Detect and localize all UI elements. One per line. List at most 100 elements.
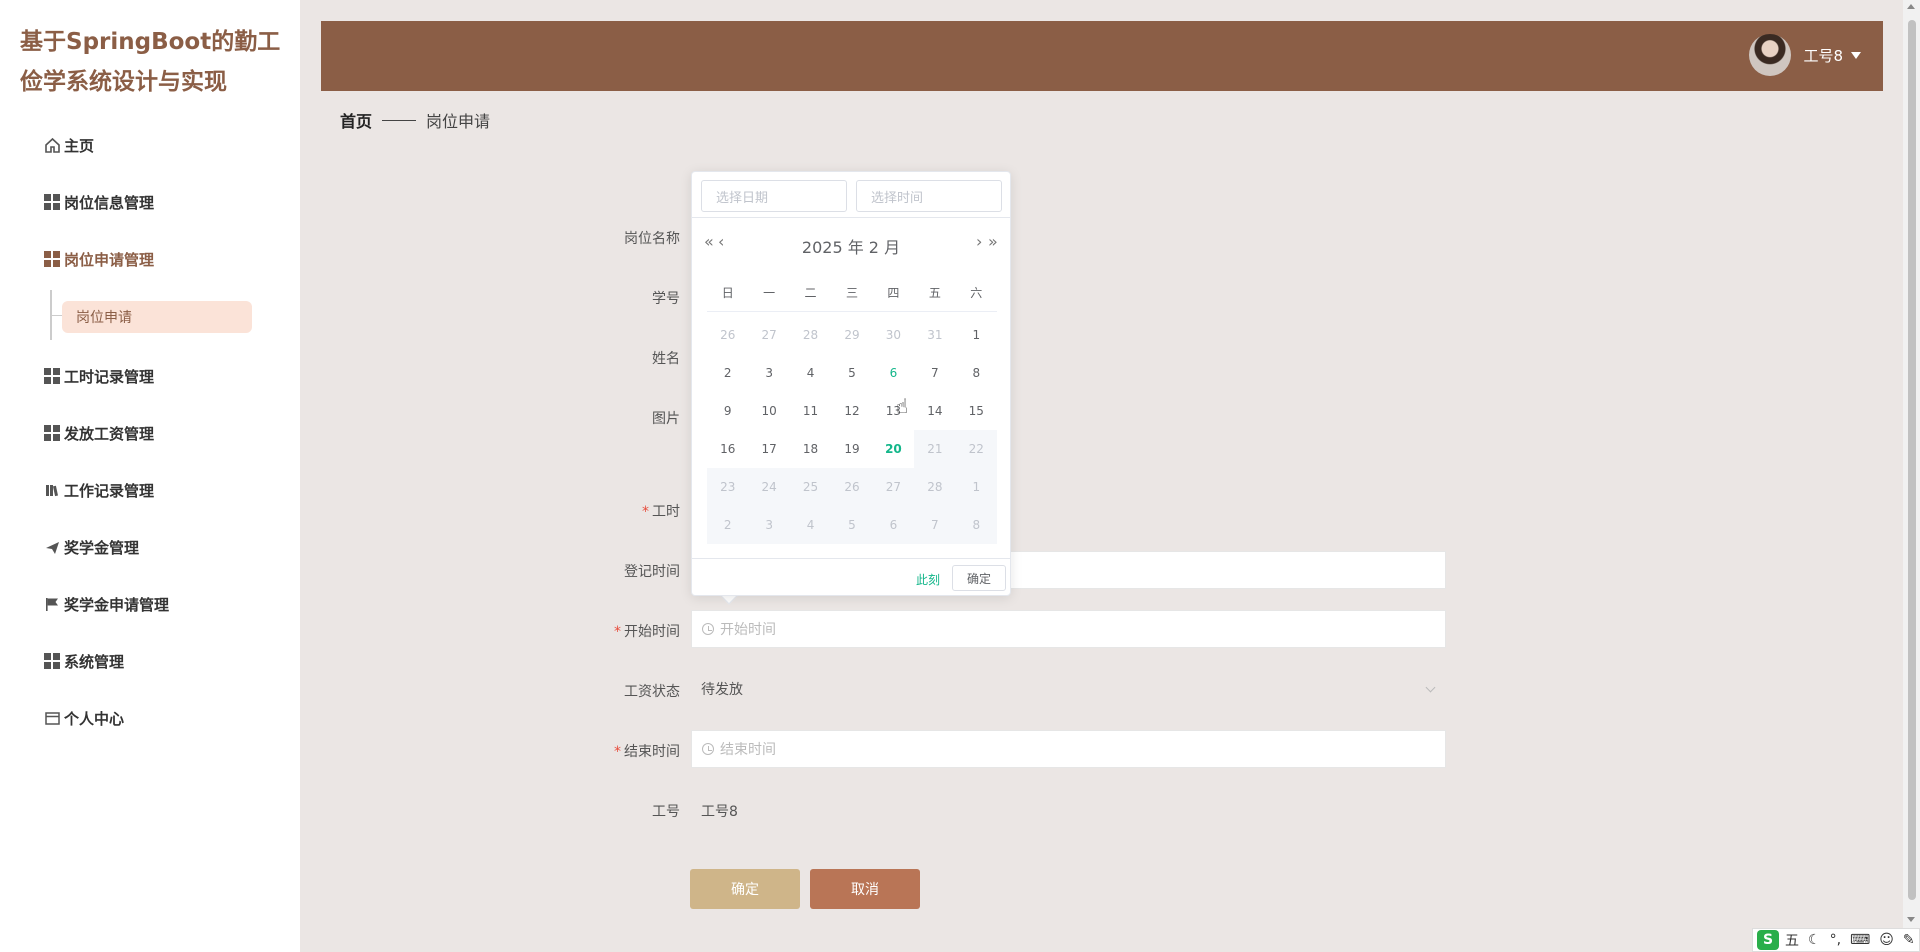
sidebar-item-label: 岗位申请管理 — [64, 250, 155, 269]
calendar-day[interactable]: 16 — [707, 430, 748, 468]
sidebar-item-profile[interactable]: 个人中心 — [44, 703, 124, 733]
sidebar-item-job-application[interactable]: 岗位申请管理 — [44, 244, 154, 274]
calendar-day: 24 — [748, 468, 790, 506]
ime-toolbar: S 五 ☾ °, ⌨ ☺ ✎ — [1752, 928, 1920, 952]
calendar-day[interactable]: 26 — [707, 316, 748, 354]
label-image: 图片 — [652, 411, 680, 427]
calendar-day[interactable]: 7 — [914, 354, 955, 392]
picker-confirm-button[interactable]: 确定 — [952, 565, 1006, 591]
calendar-day[interactable]: 14 — [914, 392, 955, 430]
user-icon[interactable]: ☺ — [1879, 932, 1894, 948]
calendar-day: 7 — [914, 506, 956, 544]
weekday-label: 六 — [970, 286, 983, 300]
next-year-icon[interactable]: » — [988, 232, 998, 251]
calendar-day[interactable]: 8 — [956, 354, 997, 392]
top-header: 工号8 — [321, 21, 1883, 91]
calendar-day: 4 — [789, 506, 832, 544]
calendar-day[interactable]: 15 — [956, 392, 997, 430]
end-time-input[interactable]: 结束时间 — [691, 730, 1446, 768]
grid-icon — [44, 653, 60, 669]
next-month-icon[interactable]: › — [976, 232, 982, 251]
calendar-day[interactable]: 20 — [873, 430, 914, 468]
calendar-day[interactable]: 11 — [790, 392, 831, 430]
calendar-day[interactable]: 10 — [748, 392, 789, 430]
sidebar-item-label: 工时记录管理 — [64, 367, 155, 386]
calendar-icon — [44, 710, 61, 727]
calendar-day[interactable]: 1 — [956, 316, 997, 354]
day-grid: 26 27 28 29 30 31 1 2 3 4 5 6 7 8 9 10 11 12 13 14 15 16 17 18 1… — [707, 316, 997, 544]
calendar-day[interactable]: 2 — [707, 354, 748, 392]
punctuation-icon[interactable]: °, — [1830, 932, 1841, 948]
ime-mode-label[interactable]: 五 — [1785, 930, 1799, 950]
sidebar-item-work-hours[interactable]: 工时记录管理 — [44, 361, 154, 391]
sidebar-item-label: 系统管理 — [64, 652, 125, 671]
calendar-day[interactable]: 4 — [790, 354, 831, 392]
picker-month-header: 2025 年 2 月 — [801, 238, 901, 257]
calendar-day[interactable]: 29 — [831, 316, 872, 354]
calendar-day: 3 — [748, 506, 790, 544]
salary-status-select[interactable]: 待发放 — [691, 670, 1446, 708]
keyboard-icon[interactable]: ⌨ — [1850, 932, 1870, 948]
submenu-item-job-application[interactable]: 岗位申请 — [62, 301, 252, 333]
calendar-day[interactable]: 6 — [873, 354, 914, 392]
sidebar-item-work-record[interactable]: 工作记录管理 — [44, 475, 154, 505]
sidebar-item-label: 奖学金申请管理 — [64, 595, 170, 614]
sidebar-item-label: 发放工资管理 — [64, 424, 155, 443]
calendar-day: 6 — [872, 506, 915, 544]
label-job-name: 岗位名称 — [624, 231, 680, 247]
sidebar-item-job-info[interactable]: 岗位信息管理 — [44, 187, 154, 217]
calendar-day[interactable]: 19 — [831, 430, 872, 468]
scroll-thumb[interactable] — [1908, 20, 1916, 900]
page-scrollbar[interactable] — [1903, 0, 1920, 952]
start-time-placeholder: 开始时间 — [720, 622, 776, 638]
now-link[interactable]: 此刻 — [916, 571, 940, 588]
calendar-day: 2 — [707, 506, 749, 544]
calendar-day[interactable]: 27 — [748, 316, 789, 354]
end-time-placeholder: 结束时间 — [720, 742, 776, 758]
calendar-day[interactable]: 30 — [873, 316, 914, 354]
sidebar-item-label: 岗位信息管理 — [64, 193, 155, 212]
calendar-day[interactable]: 28 — [790, 316, 831, 354]
salary-status-value: 待发放 — [701, 682, 743, 698]
picker-time-input[interactable]: 选择时间 — [856, 180, 1002, 212]
calendar-day[interactable]: 31 — [914, 316, 955, 354]
sidebar-item-system[interactable]: 系统管理 — [44, 646, 124, 676]
calendar-day[interactable]: 3 — [748, 354, 789, 392]
grid-icon — [44, 425, 60, 441]
picker-date-input[interactable]: 选择日期 — [701, 180, 847, 212]
clock-icon — [702, 743, 714, 755]
sidebar-item-scholarship[interactable]: 奖学金管理 — [44, 532, 139, 562]
wrench-icon[interactable]: ✎ — [1903, 932, 1915, 948]
breadcrumb-home[interactable]: 首页 — [340, 108, 372, 132]
calendar-day[interactable]: 12 — [831, 392, 872, 430]
weekday-row: 日一二三四五六 — [707, 284, 997, 312]
sidebar-item-home[interactable]: 主页 — [44, 130, 94, 160]
calendar-day: 27 — [872, 468, 915, 506]
calendar-day: 22 — [955, 430, 997, 468]
picker-footer: 此刻 确定 — [692, 558, 1010, 596]
grid-icon — [44, 251, 60, 267]
sidebar-item-scholarship-application[interactable]: 奖学金申请管理 — [44, 589, 169, 619]
sidebar-item-label: 个人中心 — [64, 709, 125, 728]
scroll-up-icon[interactable] — [1907, 4, 1915, 9]
label-end-time: * 结束时间 — [614, 744, 680, 760]
label-register-time: 登记时间 — [624, 564, 680, 580]
sidebar-item-label: 奖学金管理 — [64, 538, 140, 557]
calendar-day[interactable]: 9 — [707, 392, 748, 430]
moon-icon[interactable]: ☾ — [1808, 932, 1821, 948]
start-time-input[interactable]: 开始时间 — [691, 610, 1446, 648]
calendar-day: 23 — [707, 468, 749, 506]
calendar-day[interactable]: 17 — [748, 430, 789, 468]
sidebar-item-label: 主页 — [64, 136, 95, 155]
calendar-day: 28 — [914, 468, 956, 506]
user-menu[interactable]: 工号8 — [1749, 34, 1861, 76]
sidebar-item-salary[interactable]: 发放工资管理 — [44, 418, 154, 448]
calendar-day[interactable]: 5 — [831, 354, 872, 392]
calendar-day[interactable]: 18 — [790, 430, 831, 468]
hand-cursor-icon: ☝ — [896, 394, 909, 418]
submit-button[interactable]: 确定 — [690, 869, 800, 909]
grid-icon — [44, 368, 60, 384]
cancel-button[interactable]: 取消 — [810, 869, 920, 909]
scroll-down-icon[interactable] — [1907, 917, 1915, 922]
weekday-label: 一 — [763, 286, 776, 300]
